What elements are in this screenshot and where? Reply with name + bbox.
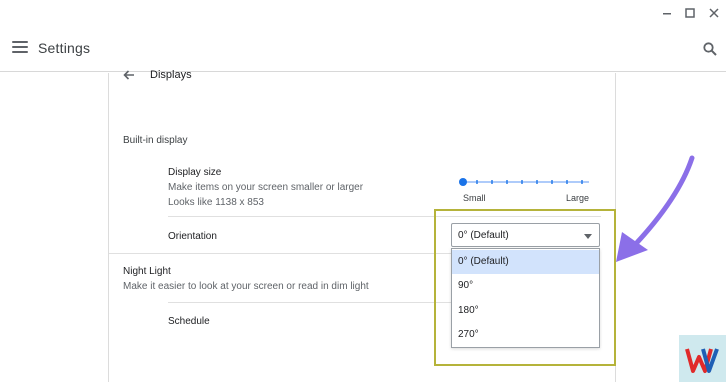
display-size-resolution: Looks like 1138 x 853 [168, 197, 264, 208]
slider-max-label: Large [566, 193, 590, 203]
annotation-arrow-icon [616, 155, 695, 262]
page-title: Displays [150, 69, 192, 81]
orientation-label: Orientation [168, 231, 217, 242]
app-header: Settings [0, 28, 726, 72]
watermark-logo [679, 335, 726, 382]
display-size-slider[interactable] [462, 180, 589, 184]
hamburger-menu-icon[interactable] [12, 41, 28, 57]
annotation-highlight-box [434, 209, 616, 366]
display-size-title: Display size [168, 167, 222, 178]
arrow-back-icon[interactable] [122, 68, 136, 82]
night-light-title: Night Light [123, 266, 171, 277]
window-title-bar [0, 0, 726, 26]
maximize-icon[interactable] [681, 4, 699, 22]
divider [168, 302, 451, 303]
close-icon[interactable] [705, 4, 723, 22]
display-size-description: Make items on your screen smaller or lar… [168, 182, 364, 193]
app-title: Settings [38, 40, 91, 56]
night-light-description: Make it easier to look at your screen or… [123, 281, 369, 292]
display-size-slider-knob[interactable] [459, 178, 467, 186]
schedule-label: Schedule [168, 316, 210, 327]
minimize-icon[interactable] [658, 4, 676, 22]
section-built-in-display: Built-in display [123, 135, 188, 146]
slider-min-label: Small [463, 193, 486, 203]
search-icon[interactable] [702, 41, 718, 57]
divider [109, 253, 451, 254]
